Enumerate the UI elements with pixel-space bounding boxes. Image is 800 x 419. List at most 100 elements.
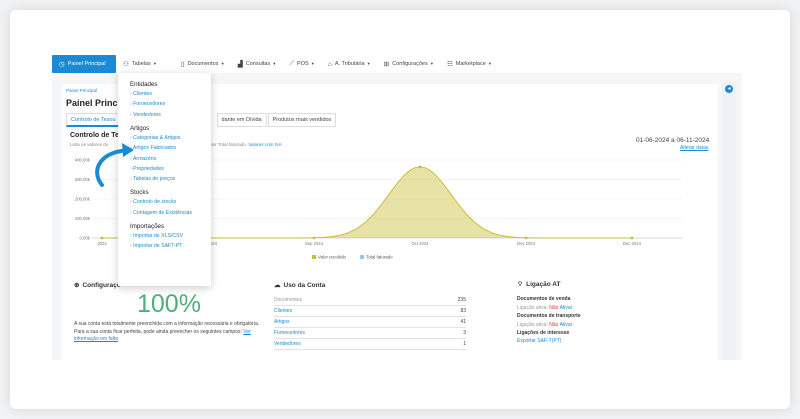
at-venda-ativar-link[interactable]: Ativar bbox=[560, 305, 573, 311]
uso-row[interactable]: Clientes 83 bbox=[274, 306, 466, 317]
y-tick-label: 400,00€ bbox=[75, 158, 91, 163]
dropdown-group: Artigos › Categorias & Artigos › Artigos F… bbox=[130, 125, 211, 183]
tab-pendente-divida[interactable]: dante em Dívida bbox=[216, 113, 267, 127]
uso-row[interactable]: Artigos 41 bbox=[274, 317, 466, 328]
at-docs-transp: Documentos de transporte bbox=[517, 313, 581, 320]
breadcrumb[interactable]: Painel Principal bbox=[66, 88, 97, 93]
dropdown-group-title: Artigos bbox=[130, 124, 150, 132]
nav-item-label: Painel Principal bbox=[67, 61, 106, 67]
dropdown-group: Entidades › Clientes › Fornecedores › Vende… bbox=[130, 81, 211, 118]
uso-list: Documentos 235 Clientes 83 Artigos 41 Forneced… bbox=[274, 295, 466, 350]
dropdown-item[interactable]: › Controlo de stocks bbox=[130, 199, 211, 205]
dropdown-group-title: Entidades bbox=[130, 81, 158, 88]
iva-link[interactable]: Valores com IVA bbox=[248, 142, 282, 147]
y-tick-label: 0,00€ bbox=[80, 236, 91, 241]
data-point bbox=[100, 236, 104, 240]
at-docs-venda: Documentos de venda bbox=[517, 296, 571, 303]
wifi-icon: ⌔ bbox=[517, 281, 524, 288]
nav-item-label: Documentos bbox=[187, 61, 219, 67]
y-tick-label: 100,00€ bbox=[75, 216, 91, 221]
dropdown-item[interactable]: › Contagem de Existências bbox=[130, 210, 211, 216]
dropdown-item[interactable]: › Propriedades bbox=[130, 166, 211, 172]
tab-produtos-mais-vendidos[interactable]: Produtos mais vendidos bbox=[267, 113, 337, 127]
dropdown-item[interactable]: › Clientes bbox=[130, 91, 211, 97]
uso-row-label[interactable]: Fornecedores bbox=[274, 330, 305, 336]
chevron-down-icon: ▾ bbox=[221, 61, 224, 66]
x-tick-label: Nov 2024 bbox=[517, 241, 536, 246]
tab-controlo-tesouraria[interactable]: Controlo de Tesou bbox=[66, 113, 121, 127]
data-point bbox=[312, 236, 316, 240]
config-box: ⊕ Configuraçõ bbox=[74, 281, 121, 290]
dropdown-group: Stocks › Controlo de stocks › Contagem de … bbox=[130, 189, 211, 215]
dropdown-item[interactable]: › Artigos Fabricados bbox=[130, 145, 211, 151]
legend-label[interactable]: Total faturado bbox=[366, 255, 393, 260]
uso-row-label[interactable]: Clientes bbox=[274, 308, 292, 314]
pointer-arrow-icon bbox=[95, 143, 134, 187]
dropdown-item-label: Clientes bbox=[133, 91, 152, 97]
y-tick-label: 200,00€ bbox=[75, 197, 91, 202]
nav-item-label: POS bbox=[297, 61, 309, 67]
dropdown-item[interactable]: › Tabelas de preços bbox=[130, 176, 211, 182]
at-ligacoes: Ligações de interesse bbox=[517, 330, 570, 337]
data-point bbox=[630, 236, 634, 240]
config-title: ⊕ Configuraçõ bbox=[74, 281, 121, 290]
dropdown-group: Importações › Importar de XLS/CSV › Import… bbox=[130, 223, 211, 249]
dropdown-group-title: Importações bbox=[130, 222, 165, 230]
uso-row[interactable]: Vendedores 1 bbox=[274, 339, 466, 350]
bar-chart-icon: ▟ bbox=[237, 61, 243, 68]
nav-item-documentos[interactable]: ▯ Documentos ▾ bbox=[174, 55, 231, 73]
dropdown-item[interactable]: › Armazéns bbox=[130, 156, 211, 162]
nav-item-painel-principal[interactable]: ◷ Painel Principal bbox=[52, 55, 116, 73]
dropdown-item[interactable]: › Importar de XLS/CSV bbox=[130, 233, 211, 239]
nav-item-tabelas[interactable]: ⚇ Tabelas ▾ bbox=[116, 55, 174, 73]
dropdown-item[interactable]: › Categorias & Artigos bbox=[130, 135, 211, 141]
chevron-down-icon: ▾ bbox=[311, 61, 314, 66]
dropdown-item-label: Contagem de Existências bbox=[133, 209, 192, 216]
dropdown-item-label: Fornecedores bbox=[133, 101, 166, 108]
dropdown-item[interactable]: › Importar de SAFT-PT bbox=[130, 243, 211, 249]
bank-icon: ⌂ bbox=[327, 60, 332, 68]
legend-swatch bbox=[360, 255, 364, 259]
data-point bbox=[524, 236, 528, 240]
pos-icon: ⟋ bbox=[289, 60, 295, 67]
y-tick-label: 300,00€ bbox=[75, 177, 91, 182]
marketplace-icon: ☷ bbox=[446, 61, 453, 68]
dropdown-item-label: Tabelas de preços bbox=[133, 176, 176, 183]
at-transp-nao: Não bbox=[549, 321, 559, 328]
uso-row-label[interactable]: Vendedores bbox=[274, 341, 301, 347]
nav-item-a-tribut-ria[interactable]: ⌂ A. Tributária ▾ bbox=[321, 55, 377, 73]
globe-icon: ⊕ bbox=[74, 282, 80, 289]
nav-item-consultas[interactable]: ▟ Consultas ▾ bbox=[231, 55, 283, 73]
uso-row: Documentos 235 bbox=[274, 295, 466, 306]
at-title: ⌔ Ligação AT bbox=[517, 281, 561, 288]
dropdown-item[interactable]: › Vendedores bbox=[130, 112, 211, 118]
nav-item-pos[interactable]: ⟋ POS ▾ bbox=[282, 55, 320, 73]
rail-toggle-icon[interactable]: ◂ bbox=[725, 85, 733, 93]
uso-row-value: 3 bbox=[463, 330, 466, 336]
config-text: A sua conta está totalmente preenchida c… bbox=[74, 321, 264, 344]
page-title: Painel Princip bbox=[66, 98, 126, 108]
dropdown-item-label: Artigos Fabricados bbox=[132, 145, 177, 152]
user-icon: ⚇ bbox=[123, 61, 129, 68]
data-point bbox=[418, 165, 422, 169]
uso-row-value: 235 bbox=[457, 297, 466, 303]
dropdown-item-label: Importar de XLS/CSV bbox=[133, 232, 184, 239]
at-transp-ativar-link[interactable]: Ativar bbox=[560, 322, 573, 328]
uso-row-value: 41 bbox=[460, 319, 466, 325]
at-venda-label: Ligação ativa: bbox=[517, 304, 548, 311]
dropdown-item[interactable]: › Fornecedores bbox=[130, 101, 211, 107]
uso-row[interactable]: Fornecedores 3 bbox=[274, 328, 466, 339]
document-icon: ▯ bbox=[181, 61, 185, 68]
nav-item-marketplace[interactable]: ☷ Marketplace ▾ bbox=[440, 55, 498, 73]
nav-item-configura-es[interactable]: ⊞ Configurações ▾ bbox=[377, 55, 440, 73]
uso-row-label[interactable]: Artigos bbox=[274, 319, 290, 325]
dropdown-item-label: Vendedores bbox=[133, 111, 161, 118]
uso-title: ☁ Uso da Conta bbox=[274, 281, 326, 290]
config-text-1: A sua conta está totalmente preenchida c… bbox=[74, 321, 260, 327]
at-venda-nao: Não bbox=[549, 304, 559, 311]
nav-item-label: A. Tributária bbox=[334, 61, 365, 67]
date-range: 01-06-2024 a 06-11-2024 bbox=[636, 137, 710, 144]
legend-label[interactable]: Valor recebido bbox=[318, 255, 347, 260]
export-saft-link[interactable]: Exportar SAF-T(PT) bbox=[517, 337, 581, 345]
section-title: Controlo de Te bbox=[70, 132, 119, 139]
